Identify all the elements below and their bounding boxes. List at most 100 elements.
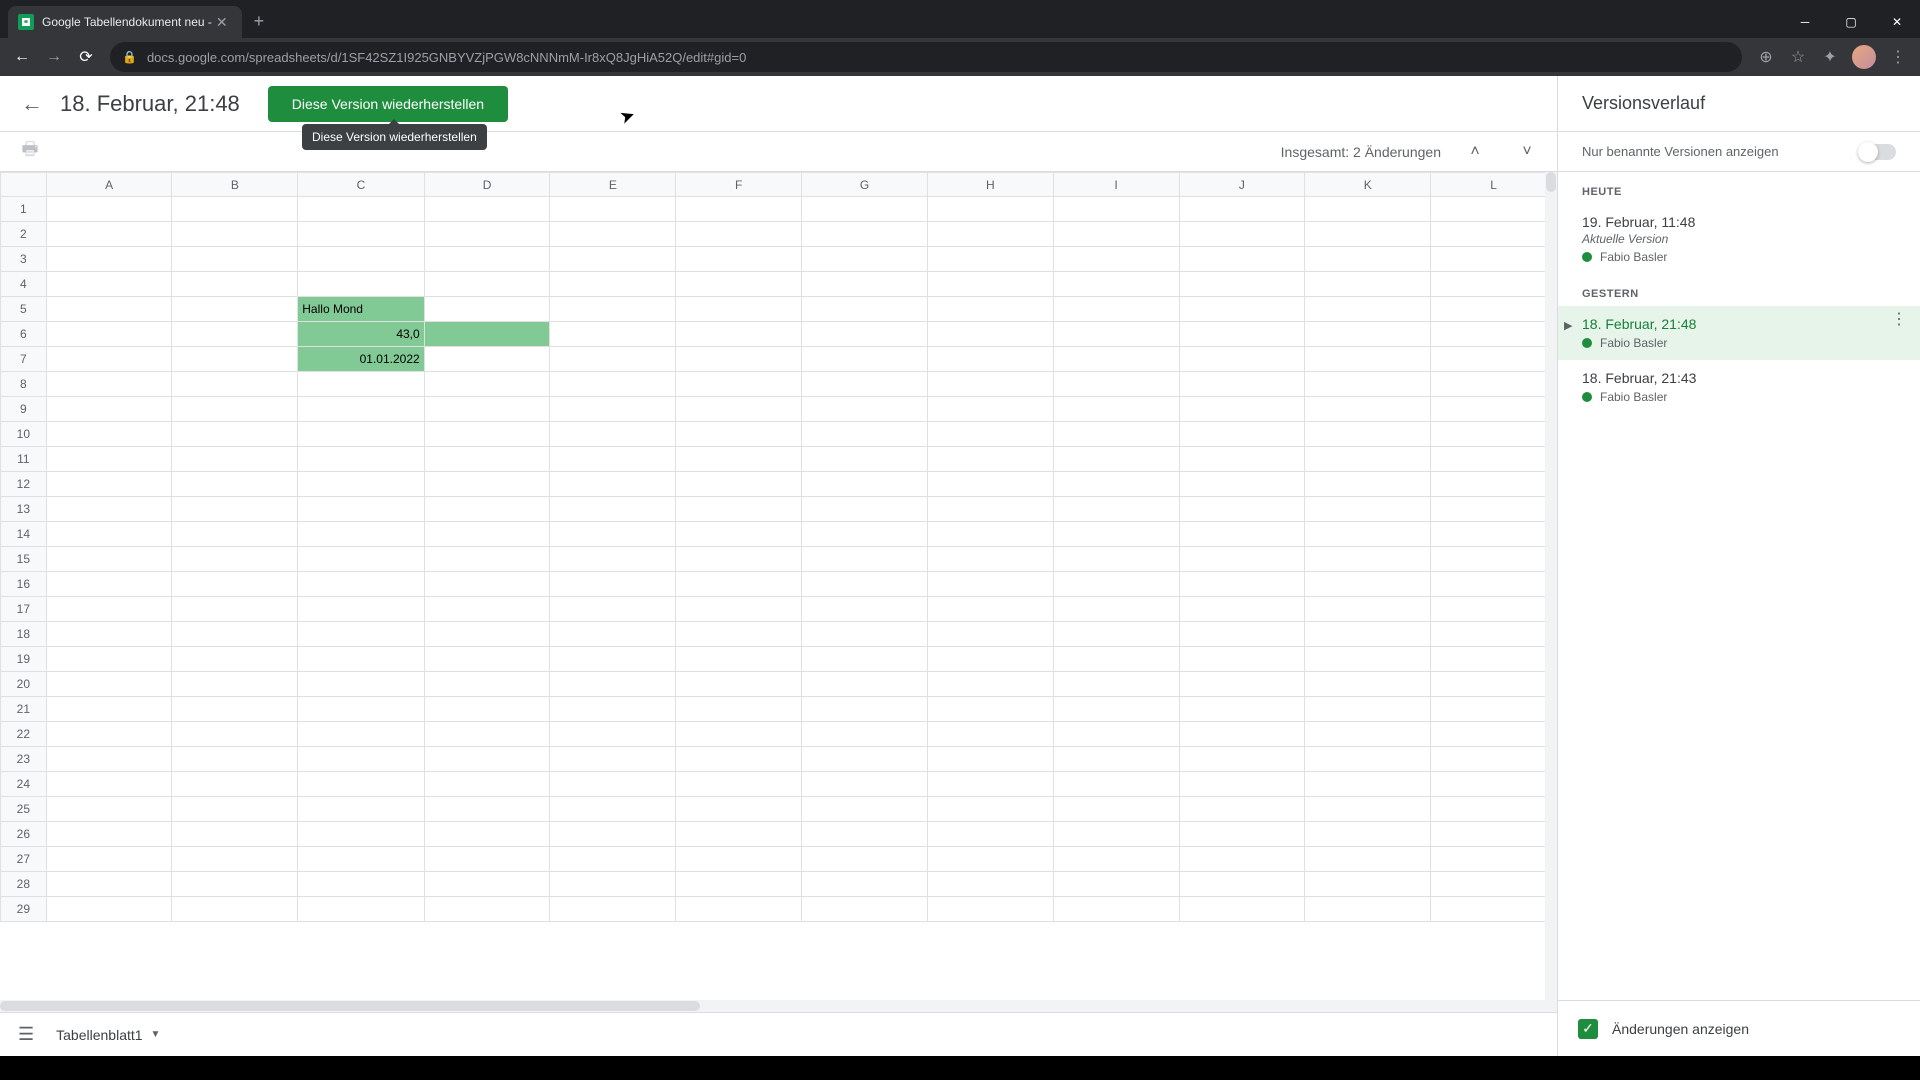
cell[interactable] bbox=[676, 472, 802, 497]
hscroll-thumb[interactable] bbox=[0, 1001, 700, 1011]
cell[interactable] bbox=[550, 447, 676, 472]
cell[interactable] bbox=[1179, 572, 1305, 597]
cell[interactable] bbox=[676, 822, 802, 847]
cell[interactable] bbox=[46, 197, 172, 222]
cell[interactable] bbox=[1431, 597, 1557, 622]
cell[interactable] bbox=[676, 547, 802, 572]
vscroll-thumb[interactable] bbox=[1546, 172, 1556, 192]
column-header[interactable]: C bbox=[298, 173, 424, 197]
cell[interactable] bbox=[46, 797, 172, 822]
cell[interactable] bbox=[1179, 347, 1305, 372]
cell[interactable] bbox=[46, 622, 172, 647]
row-header[interactable]: 19 bbox=[1, 647, 47, 672]
column-header[interactable]: I bbox=[1053, 173, 1179, 197]
cell[interactable] bbox=[1053, 672, 1179, 697]
vertical-scrollbar[interactable] bbox=[1545, 172, 1557, 1012]
cell[interactable] bbox=[1053, 322, 1179, 347]
cell[interactable] bbox=[298, 497, 424, 522]
cell[interactable] bbox=[676, 697, 802, 722]
cell[interactable]: Hallo Mond bbox=[298, 297, 424, 322]
cell[interactable] bbox=[172, 522, 298, 547]
cell[interactable] bbox=[1053, 822, 1179, 847]
cell[interactable] bbox=[676, 497, 802, 522]
cell[interactable] bbox=[1179, 372, 1305, 397]
cell[interactable] bbox=[550, 347, 676, 372]
cell[interactable] bbox=[1305, 447, 1431, 472]
expand-caret-icon[interactable]: ▶ bbox=[1564, 319, 1572, 332]
cell[interactable] bbox=[550, 822, 676, 847]
cell[interactable] bbox=[46, 397, 172, 422]
cell[interactable] bbox=[927, 872, 1053, 897]
cell[interactable] bbox=[1053, 772, 1179, 797]
row-header[interactable]: 4 bbox=[1, 272, 47, 297]
cell[interactable] bbox=[46, 572, 172, 597]
cell[interactable] bbox=[550, 272, 676, 297]
cell[interactable] bbox=[1053, 897, 1179, 922]
cell[interactable] bbox=[927, 397, 1053, 422]
cell[interactable] bbox=[1053, 522, 1179, 547]
cell[interactable] bbox=[1179, 447, 1305, 472]
browser-tab[interactable]: Google Tabellendokument neu - ✕ bbox=[8, 6, 242, 38]
cell[interactable] bbox=[424, 297, 550, 322]
cell[interactable] bbox=[172, 697, 298, 722]
cell[interactable] bbox=[424, 572, 550, 597]
url-bar[interactable]: 🔒 docs.google.com/spreadsheets/d/1SF42SZ… bbox=[110, 42, 1742, 72]
row-header[interactable]: 15 bbox=[1, 547, 47, 572]
row-header[interactable]: 22 bbox=[1, 722, 47, 747]
cell[interactable] bbox=[927, 422, 1053, 447]
cell[interactable] bbox=[927, 322, 1053, 347]
minimize-button[interactable]: ─ bbox=[1782, 6, 1828, 38]
cell[interactable] bbox=[676, 222, 802, 247]
cell[interactable] bbox=[1179, 222, 1305, 247]
cell[interactable] bbox=[1305, 222, 1431, 247]
cell[interactable] bbox=[927, 272, 1053, 297]
cell[interactable] bbox=[298, 897, 424, 922]
cell[interactable] bbox=[46, 522, 172, 547]
version-item-current[interactable]: 19. Februar, 11:48 Aktuelle Version Fabi… bbox=[1558, 204, 1920, 274]
browser-menu-icon[interactable]: ⋮ bbox=[1884, 43, 1912, 71]
cell[interactable] bbox=[802, 597, 928, 622]
horizontal-scrollbar[interactable] bbox=[0, 1000, 1557, 1012]
cell[interactable] bbox=[1053, 347, 1179, 372]
cell[interactable] bbox=[1305, 722, 1431, 747]
cell[interactable] bbox=[424, 447, 550, 472]
cell[interactable] bbox=[1431, 672, 1557, 697]
cell[interactable] bbox=[550, 472, 676, 497]
cell[interactable] bbox=[1431, 872, 1557, 897]
cell[interactable] bbox=[802, 672, 928, 697]
cell[interactable] bbox=[46, 722, 172, 747]
cell[interactable] bbox=[1431, 572, 1557, 597]
cell[interactable] bbox=[172, 197, 298, 222]
cell[interactable] bbox=[802, 822, 928, 847]
cell[interactable] bbox=[550, 722, 676, 747]
cell[interactable] bbox=[1053, 647, 1179, 672]
cell[interactable] bbox=[424, 272, 550, 297]
cell[interactable] bbox=[1305, 772, 1431, 797]
cell[interactable] bbox=[1179, 297, 1305, 322]
row-header[interactable]: 13 bbox=[1, 497, 47, 522]
cell[interactable] bbox=[172, 822, 298, 847]
cell[interactable] bbox=[802, 222, 928, 247]
profile-avatar[interactable] bbox=[1852, 45, 1876, 69]
cell[interactable] bbox=[172, 497, 298, 522]
column-header[interactable]: A bbox=[46, 173, 172, 197]
cell[interactable] bbox=[927, 522, 1053, 547]
reload-button[interactable]: ⟳ bbox=[72, 43, 100, 71]
column-header[interactable]: J bbox=[1179, 173, 1305, 197]
cell[interactable] bbox=[1053, 722, 1179, 747]
cell[interactable] bbox=[802, 497, 928, 522]
cell[interactable] bbox=[298, 822, 424, 847]
row-header[interactable]: 5 bbox=[1, 297, 47, 322]
cell[interactable] bbox=[46, 872, 172, 897]
cell[interactable] bbox=[424, 672, 550, 697]
cell[interactable] bbox=[1053, 572, 1179, 597]
cell[interactable] bbox=[46, 897, 172, 922]
cell[interactable] bbox=[1179, 897, 1305, 922]
cell[interactable] bbox=[1305, 697, 1431, 722]
cell[interactable] bbox=[1053, 697, 1179, 722]
cell[interactable] bbox=[172, 272, 298, 297]
extensions-icon[interactable]: ✦ bbox=[1816, 43, 1844, 71]
cell[interactable] bbox=[927, 797, 1053, 822]
cell[interactable] bbox=[1179, 397, 1305, 422]
cell[interactable] bbox=[550, 322, 676, 347]
